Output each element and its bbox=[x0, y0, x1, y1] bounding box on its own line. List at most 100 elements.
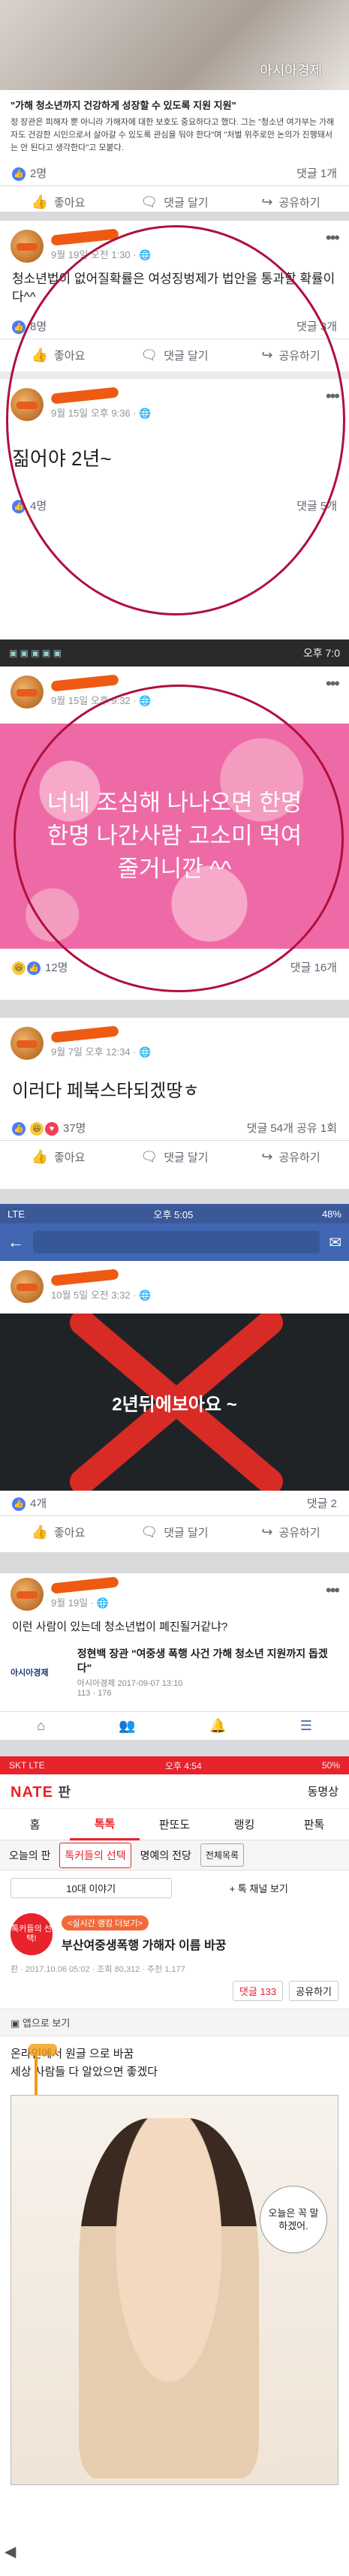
subtab-hall[interactable]: 명예의 전당 bbox=[136, 1843, 196, 1867]
avatar[interactable] bbox=[11, 676, 44, 709]
status-time: 오후 4:54 bbox=[164, 1760, 202, 1771]
ranking-button[interactable]: 10대 이야기 bbox=[11, 1878, 172, 1898]
share-button[interactable]: ↪ 공유하기 bbox=[233, 194, 349, 210]
likes-count[interactable]: 👍 4개 bbox=[12, 1495, 47, 1512]
likes-count[interactable]: 👍 2명 bbox=[12, 165, 47, 182]
more-options-icon[interactable]: ••• bbox=[326, 228, 340, 248]
comment-button[interactable]: 🗨 댓글 달기 bbox=[116, 1524, 233, 1540]
likes-count[interactable]: 😆 👍 12명 bbox=[12, 959, 68, 976]
comment-button[interactable]: 🗨 댓글 달기 bbox=[116, 194, 233, 210]
comments-count[interactable]: 댓글 16개 bbox=[290, 959, 337, 975]
shares-count[interactable]: 공유 1회 bbox=[296, 1122, 337, 1135]
likes-text: 8명 bbox=[30, 320, 47, 333]
prev-arrow-icon[interactable]: ◀ bbox=[5, 2542, 16, 2561]
avatar[interactable] bbox=[11, 1027, 44, 1060]
body-line-2: 세상 사람들 다 알았으면 좋겠다 bbox=[11, 2066, 158, 2078]
tab-ranking[interactable]: 랭킹 bbox=[209, 1816, 279, 1832]
nate-logo[interactable]: NATE 판 bbox=[11, 1782, 71, 1801]
subtab-choice[interactable]: 톡커들의 선택 bbox=[59, 1842, 131, 1868]
tab-pan[interactable]: 판또도 bbox=[140, 1816, 209, 1832]
likes-count[interactable]: 👍 😆 ♥ 37명 bbox=[12, 1120, 86, 1136]
comments-count[interactable]: 댓글 54개 bbox=[247, 1122, 293, 1135]
post-header: 9월 19일 오전 1:30 · 🌐 ••• bbox=[0, 221, 349, 267]
post-time: 9월 15일 오후 9:32 · bbox=[51, 694, 140, 706]
likes-text: 12명 bbox=[45, 961, 68, 974]
comment-button[interactable]: 🗨 댓글 달기 bbox=[116, 348, 233, 363]
home-icon[interactable]: ⌂ bbox=[37, 1718, 45, 1734]
like-button[interactable]: 👍 좋아요 bbox=[0, 1524, 116, 1540]
avatar[interactable] bbox=[11, 388, 44, 422]
share-button[interactable]: ↪ 공유하기 bbox=[233, 1524, 349, 1540]
channel-button[interactable]: + 톡 채널 보기 bbox=[179, 1879, 339, 1897]
notifications-icon[interactable]: 🔔 bbox=[209, 1718, 226, 1734]
avatar[interactable] bbox=[11, 1578, 44, 1611]
like-button[interactable]: 👍 좋아요 bbox=[0, 1149, 116, 1165]
comments-count[interactable]: 댓글 1개 bbox=[296, 165, 337, 181]
share-icon: ↪ bbox=[261, 348, 273, 363]
like-button[interactable]: 👍 좋아요 bbox=[0, 348, 116, 363]
status-time: 오후 5:05 bbox=[153, 1208, 194, 1220]
tab-home[interactable]: 홈 bbox=[0, 1816, 70, 1832]
link-preview[interactable]: 아시아경제 정현백 장관 "여중생 폭행 사건 가해 청소년 지원까지 돕겠다"… bbox=[0, 1644, 349, 1701]
post-time: 9월 15일 오후 9:36 · bbox=[51, 407, 140, 419]
share-button[interactable]: 공유하기 bbox=[289, 1981, 338, 2001]
post-panel-6: 9월 19일 · 🌐 ••• 이런 사람이 있는데 청소년법이 폐진될거같냐? … bbox=[0, 1573, 349, 1740]
redacted-name bbox=[50, 386, 119, 405]
comments-count[interactable]: 댓글 2 bbox=[307, 1495, 337, 1511]
likes-text: 37명 bbox=[63, 1122, 86, 1135]
phone-status-bar: LTE 오후 5:05 48% bbox=[0, 1204, 349, 1223]
avatar[interactable] bbox=[11, 230, 44, 263]
friends-icon[interactable]: 👥 bbox=[119, 1718, 135, 1734]
redacted-name bbox=[50, 673, 119, 692]
comment-icon: 🗨 bbox=[140, 1149, 158, 1165]
back-arrow-icon[interactable]: ← bbox=[8, 1232, 24, 1252]
menu-icon[interactable]: ☰ bbox=[300, 1718, 312, 1734]
battery: 50% bbox=[321, 1760, 340, 1771]
comment-count-button[interactable]: 댓글 133 bbox=[232, 1981, 284, 2001]
community-label[interactable]: 동명상 bbox=[308, 1783, 338, 1799]
reaction-bar: 👍 4개 댓글 2 bbox=[0, 1491, 349, 1515]
post-panel-3: 9월 15일 오후 9:32 · 🌐 ••• 너네 조심해 나나오면 한명한명 … bbox=[0, 667, 349, 1000]
thumbs-up-icon: 👍 bbox=[31, 348, 48, 363]
news-body: 정 장관은 피해자 뿐 아니라 가해자에 대한 보호도 중요하다고 했다. 그는… bbox=[11, 118, 335, 152]
subtab-today[interactable]: 오늘의 판 bbox=[5, 1843, 55, 1867]
globe-icon: 🌐 bbox=[139, 1046, 152, 1058]
post-time: 10월 5일 오전 3:32 · bbox=[51, 1289, 140, 1301]
post-text: 짊어야 2년~ bbox=[12, 447, 112, 471]
likes-count[interactable]: 👍 8명 bbox=[12, 318, 47, 335]
like-label: 좋아요 bbox=[54, 1151, 86, 1165]
more-options-icon[interactable]: ••• bbox=[326, 387, 340, 406]
avatar[interactable] bbox=[11, 1270, 44, 1303]
more-options-icon[interactable]: ••• bbox=[326, 1581, 340, 1600]
more-options-icon[interactable]: ••• bbox=[326, 674, 340, 694]
post-panel-5: LTE 오후 5:05 48% ← ✉ 10월 5일 오전 3:32 · 🌐 2… bbox=[0, 1204, 349, 1552]
reaction-bar: 😆 👍 12명 댓글 16개 bbox=[0, 955, 349, 980]
redacted-name bbox=[50, 1575, 119, 1594]
action-bar: 👍 좋아요 🗨 댓글 달기 ↪ 공유하기 bbox=[0, 339, 349, 372]
comment-button[interactable]: 🗨 댓글 달기 bbox=[116, 1149, 233, 1165]
subtab-all[interactable]: 전체목록 bbox=[200, 1843, 245, 1867]
comments-count[interactable]: 댓글 3개 bbox=[296, 318, 337, 334]
likes-count[interactable]: 👍 4명 bbox=[12, 498, 47, 514]
ranking-tag[interactable]: <실시간 랭킹 더보기> bbox=[62, 1915, 149, 1930]
share-label: 공유하기 bbox=[278, 197, 320, 210]
manga-character bbox=[79, 2118, 259, 2478]
love-icon: ♥ bbox=[45, 1122, 59, 1136]
like-button[interactable]: 👍 좋아요 bbox=[0, 194, 116, 210]
reaction-bar: 👍 2명 댓글 1개 bbox=[0, 161, 349, 185]
tab-talk[interactable]: 톡톡 bbox=[70, 1809, 140, 1840]
globe-icon: 🌐 bbox=[139, 248, 152, 260]
post-time: 9월 19일 · bbox=[51, 1596, 97, 1608]
search-bar[interactable] bbox=[33, 1231, 320, 1253]
share-button[interactable]: ↪ 공유하기 bbox=[233, 1149, 349, 1165]
channel-row: 10대 이야기 + 톡 채널 보기 bbox=[0, 1870, 349, 1906]
pink-hearts-image: 너네 조심해 나나오면 한명한명 나간사람 고소미 먹여줄거니깐 ^^ bbox=[0, 724, 349, 949]
tab-pantalk[interactable]: 판톡 bbox=[279, 1816, 349, 1832]
app-view-bar[interactable]: ▣ 앱으로 보기 bbox=[0, 2009, 349, 2036]
like-icon: 👍 bbox=[12, 320, 26, 335]
messenger-icon[interactable]: ✉ bbox=[329, 1233, 341, 1252]
share-button[interactable]: ↪ 공유하기 bbox=[233, 348, 349, 363]
comments-count[interactable]: 댓글 5개 bbox=[296, 498, 337, 513]
like-icon: 👍 bbox=[12, 1497, 26, 1512]
like-icon: 👍 bbox=[27, 961, 41, 976]
